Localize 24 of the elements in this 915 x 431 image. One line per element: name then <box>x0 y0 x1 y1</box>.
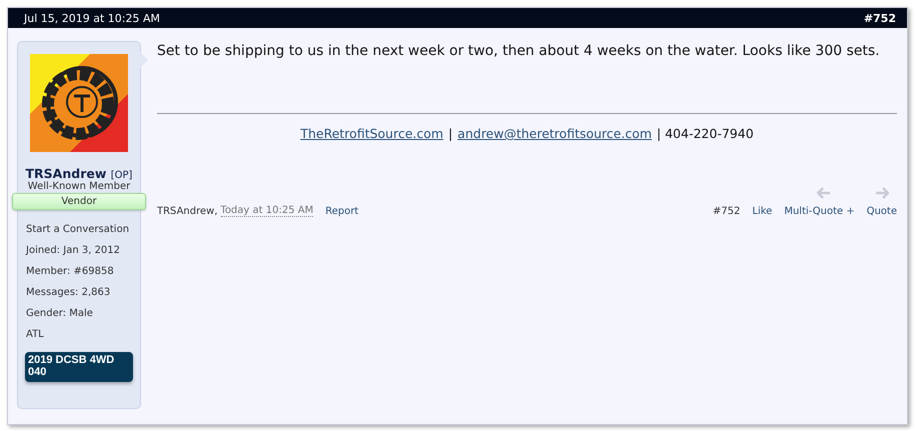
post-number: #752 <box>864 12 896 24</box>
user-stat: Member: #69858 <box>26 265 115 279</box>
user-stat: Messages: 2,863 <box>26 286 112 300</box>
user-location: ATL <box>26 328 45 342</box>
post-date: Jul 15, 2019 at 10:25 AM <box>24 12 160 24</box>
vehicle-badge: 2019 DCSB 4WD 040 <box>25 352 133 382</box>
post-number-link[interactable]: #752 <box>712 206 740 216</box>
signature-link[interactable]: TheRetrofitSource.com <box>300 126 444 141</box>
post-time[interactable]: Today at 10:25 AM <box>220 205 314 217</box>
author-name[interactable]: TRSAndrew, <box>157 206 218 216</box>
post-action-link[interactable]: Multi-Quote + <box>784 206 855 216</box>
username[interactable]: TRSAndrew [OP] <box>26 166 132 181</box>
signature-link[interactable]: andrew@theretrofitsource.com <box>458 126 652 141</box>
message-text: Set to be shipping to us in the next week or two, then about 4 weeks on the water. Looks like 300 sets. <box>157 42 881 61</box>
user-title: Well-Known Member <box>28 181 130 192</box>
post-action-link[interactable]: Quote <box>866 206 897 216</box>
post-action-link[interactable]: Like <box>752 206 772 216</box>
vendor-banner: Vendor <box>12 193 146 210</box>
user-stat: Gender: Male <box>26 307 94 321</box>
signature-text: | <box>448 126 453 141</box>
start-conversation-link[interactable]: Start a Conversation <box>26 222 132 237</box>
user-stat: Joined: Jan 3, 2012 <box>26 244 122 258</box>
signature-text: | 404-220-7940 <box>656 126 754 141</box>
report-link[interactable]: Report <box>325 206 358 216</box>
